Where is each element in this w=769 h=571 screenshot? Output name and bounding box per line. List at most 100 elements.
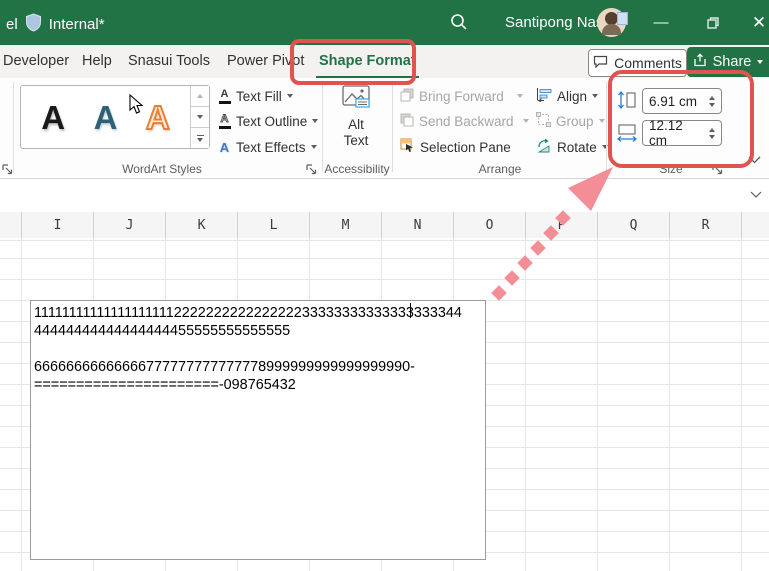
wordart-dialog-launcher-icon[interactable] <box>306 162 317 173</box>
group-icon <box>536 112 551 130</box>
tab-developer[interactable]: Developer <box>0 45 72 76</box>
column-header-partial-left[interactable] <box>0 212 22 238</box>
alt-text-button[interactable]: Alt Text <box>330 84 382 158</box>
bring-forward-label: Bring Forward <box>419 89 504 104</box>
alt-text-label-line1: Alt <box>348 117 364 133</box>
align-dropdown-icon <box>592 94 598 98</box>
column-header-I[interactable]: I <box>22 212 94 238</box>
comments-label: Comments <box>614 55 682 71</box>
share-button[interactable]: Share <box>687 47 769 77</box>
formula-bar-area <box>0 178 769 214</box>
shape-width-value[interactable]: 12.12 cm <box>643 118 704 148</box>
sensitivity-label[interactable]: Internal* <box>49 16 105 33</box>
comments-icon <box>593 55 608 71</box>
selection-pane-icon <box>400 138 415 156</box>
bring-forward-dropdown-icon <box>517 94 523 98</box>
align-icon <box>536 88 552 105</box>
rotate-label: Rotate <box>557 140 597 155</box>
text-outline-icon: A <box>218 114 231 129</box>
shape-width-field[interactable]: 12.12 cm <box>642 120 722 146</box>
share-dropdown-icon <box>757 60 763 64</box>
column-header-partial-right[interactable] <box>742 212 769 238</box>
height-spin-down-icon[interactable] <box>709 103 715 107</box>
text-fill-icon: A <box>218 89 231 104</box>
tab-shape-format[interactable]: Shape Format <box>316 45 419 78</box>
comments-button[interactable]: Comments <box>588 49 687 77</box>
gallery-scroll-up-button[interactable] <box>191 86 209 107</box>
tab-snasui-tools[interactable]: Snasui Tools <box>125 45 213 76</box>
share-label: Share <box>713 54 752 70</box>
send-backward-icon <box>400 113 414 130</box>
column-header-K[interactable]: K <box>166 212 238 238</box>
column-header-O[interactable]: O <box>454 212 526 238</box>
shape-height-value[interactable]: 6.91 cm <box>643 94 704 109</box>
search-icon[interactable] <box>450 13 468 36</box>
bring-forward-button[interactable]: Bring Forward <box>400 87 523 105</box>
excel-window: el Internal* Santipong Nasui — ✕ Develop… <box>0 0 769 571</box>
send-backward-label: Send Backward <box>419 114 514 129</box>
shape-text-box[interactable]: 1111111111111111111122222222222222223333… <box>30 300 486 560</box>
column-header-P[interactable]: P <box>526 212 598 238</box>
text-effects-button[interactable]: A Text Effects <box>218 138 317 156</box>
arrange-group-label: Arrange <box>396 162 604 176</box>
column-header-N[interactable]: N <box>382 212 454 238</box>
alt-text-icon <box>341 84 371 111</box>
align-button[interactable]: Align <box>536 87 598 105</box>
selection-pane-label: Selection Pane <box>420 140 511 155</box>
avatar-badge-icon <box>617 12 628 25</box>
gallery-more-button[interactable] <box>191 128 209 148</box>
text-effects-dropdown-icon <box>311 145 317 149</box>
textbox-line-2: 44444444444444444455555555555555 <box>34 322 482 340</box>
textbox-line-3: 6666666666666677777777777777899999999999… <box>34 358 482 376</box>
expand-formula-bar-icon[interactable] <box>750 188 762 202</box>
wordart-styles-group-label: WordArt Styles <box>16 162 308 176</box>
restore-button[interactable] <box>692 0 734 45</box>
text-effects-icon: A <box>218 141 231 154</box>
send-backward-button[interactable]: Send Backward <box>400 112 529 130</box>
share-icon <box>693 53 707 71</box>
textbox-line-1: 1111111111111111111122222222222222223333… <box>34 304 482 322</box>
shape-height-icon <box>616 89 638 111</box>
tab-power-pivot[interactable]: Power Pivot <box>224 45 307 76</box>
align-label: Align <box>557 89 587 104</box>
wordart-style-orange[interactable]: A <box>146 101 170 134</box>
size-dialog-launcher-icon[interactable] <box>712 162 723 173</box>
group-button[interactable]: Group <box>536 112 605 130</box>
column-header-R[interactable]: R <box>670 212 742 238</box>
tab-help[interactable]: Help <box>79 45 115 76</box>
gallery-scroll-down-button[interactable] <box>191 107 209 128</box>
text-fill-label: Text Fill <box>236 89 282 104</box>
textbox-line-4: ======================-098765432 <box>34 376 482 394</box>
wordart-style-black[interactable]: A <box>41 101 65 134</box>
text-fill-button[interactable]: A Text Fill <box>218 87 293 105</box>
group-label: Group <box>556 114 594 129</box>
shape-height-field[interactable]: 6.91 cm <box>642 88 722 114</box>
width-spin-down-icon[interactable] <box>709 135 715 139</box>
shape-styles-dialog-launcher-icon[interactable] <box>2 162 13 173</box>
collapse-ribbon-icon[interactable] <box>748 152 761 167</box>
rotate-button[interactable]: Rotate <box>536 138 608 156</box>
height-spin-up-icon[interactable] <box>709 96 715 100</box>
minimize-button[interactable]: — <box>640 0 682 45</box>
text-outline-label: Text Outline <box>236 114 307 129</box>
column-header-Q[interactable]: Q <box>598 212 670 238</box>
shape-width-icon <box>616 122 638 144</box>
text-outline-button[interactable]: A Text Outline <box>218 112 318 130</box>
text-effects-label: Text Effects <box>236 140 306 155</box>
width-spin-up-icon[interactable] <box>709 128 715 132</box>
window-title-partial: el <box>6 16 18 33</box>
selection-pane-button[interactable]: Selection Pane <box>400 138 511 156</box>
title-bar: el Internal* Santipong Nasui — ✕ <box>0 0 769 45</box>
wordart-gallery[interactable]: A A A <box>20 85 210 149</box>
group-dropdown-icon <box>599 119 605 123</box>
alt-text-label-line2: Text <box>344 133 369 149</box>
text-outline-dropdown-icon <box>312 119 318 123</box>
accessibility-group-label: Accessibility <box>322 162 392 176</box>
column-header-M[interactable]: M <box>310 212 382 238</box>
column-header-L[interactable]: L <box>238 212 310 238</box>
text-fill-dropdown-icon <box>287 94 293 98</box>
column-header-J[interactable]: J <box>94 212 166 238</box>
close-button[interactable]: ✕ <box>738 0 769 45</box>
text-cursor <box>410 303 411 318</box>
wordart-style-blue[interactable]: A <box>94 101 118 134</box>
